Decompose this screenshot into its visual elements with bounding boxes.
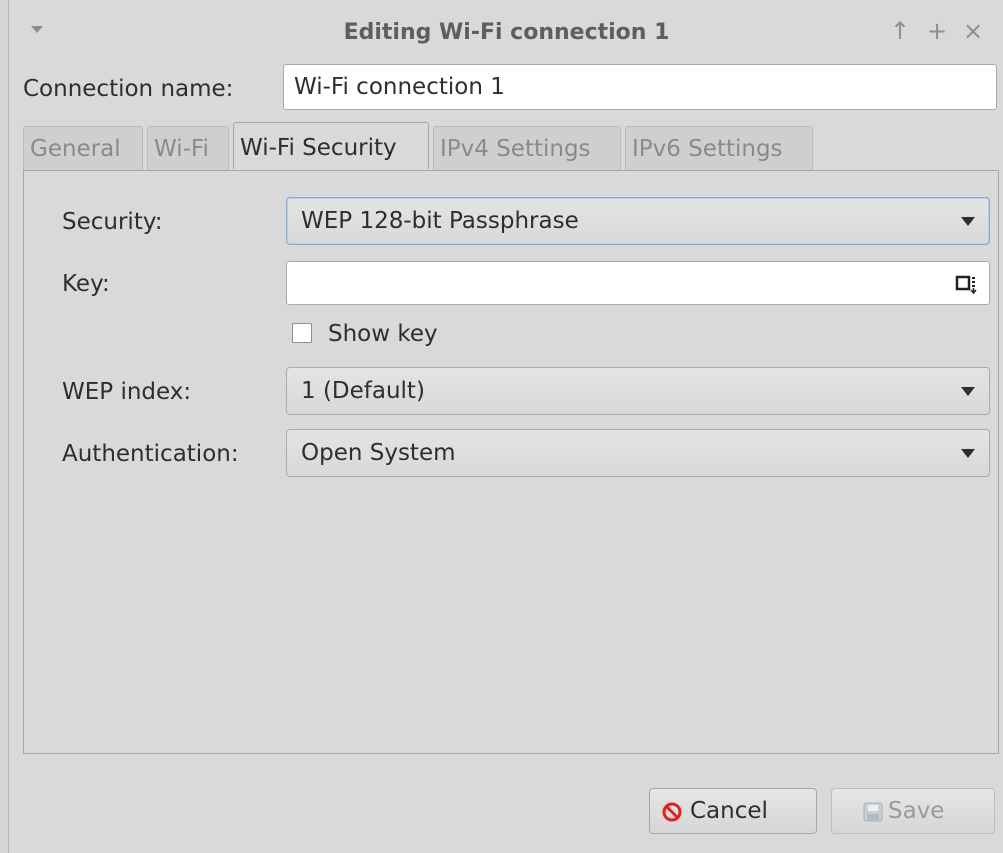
dropdown-arrow-icon: [961, 449, 975, 458]
security-dropdown[interactable]: WEP 128-bit Passphrase: [286, 197, 990, 245]
security-dropdown-value: WEP 128-bit Passphrase: [301, 208, 579, 234]
dropdown-arrow-icon: [961, 217, 975, 226]
wifi-security-panel: Security: WEP 128-bit Passphrase Key: Sh…: [23, 170, 999, 754]
cancel-button[interactable]: Cancel: [649, 788, 817, 834]
key-label: Key:: [62, 271, 110, 297]
cancel-button-label: Cancel: [690, 798, 768, 824]
wep-index-dropdown-value: 1 (Default): [301, 378, 425, 404]
authentication-label: Authentication:: [62, 441, 239, 467]
wep-index-label: WEP index:: [62, 379, 192, 405]
tab-ipv4-settings[interactable]: IPv4 Settings: [433, 126, 621, 170]
save-button-label: Save: [888, 798, 945, 824]
titlebar: Editing Wi-Fi connection 1 ↑ + ×: [9, 0, 1003, 62]
tab-ipv6-settings[interactable]: IPv6 Settings: [625, 126, 813, 170]
connection-name-input[interactable]: Wi-Fi connection 1: [283, 64, 997, 110]
security-label: Security:: [62, 209, 163, 235]
maximize-icon[interactable]: +: [924, 16, 950, 46]
show-key-label[interactable]: Show key: [328, 321, 438, 347]
tab-general[interactable]: General: [23, 126, 143, 170]
save-button[interactable]: Save: [831, 788, 995, 834]
key-input[interactable]: [286, 261, 990, 305]
wep-index-dropdown[interactable]: 1 (Default): [286, 367, 990, 415]
dropdown-arrow-icon: [961, 387, 975, 396]
window-title: Editing Wi-Fi connection 1: [343, 20, 670, 45]
tab-wifi-security[interactable]: Wi-Fi Security: [233, 122, 429, 169]
tab-wifi[interactable]: Wi-Fi: [147, 126, 229, 170]
arrow-up-icon[interactable]: ↑: [887, 16, 913, 46]
save-icon: [863, 802, 883, 822]
close-icon[interactable]: ×: [960, 16, 986, 46]
authentication-dropdown[interactable]: Open System: [286, 429, 990, 477]
password-storage-icon[interactable]: [955, 272, 979, 296]
show-key-checkbox[interactable]: [292, 323, 312, 343]
authentication-dropdown-value: Open System: [301, 440, 456, 466]
dialog-window: Editing Wi-Fi connection 1 ↑ + × Connect…: [8, 0, 1003, 853]
connection-name-label: Connection name:: [23, 76, 234, 102]
cancel-icon: [662, 802, 682, 822]
